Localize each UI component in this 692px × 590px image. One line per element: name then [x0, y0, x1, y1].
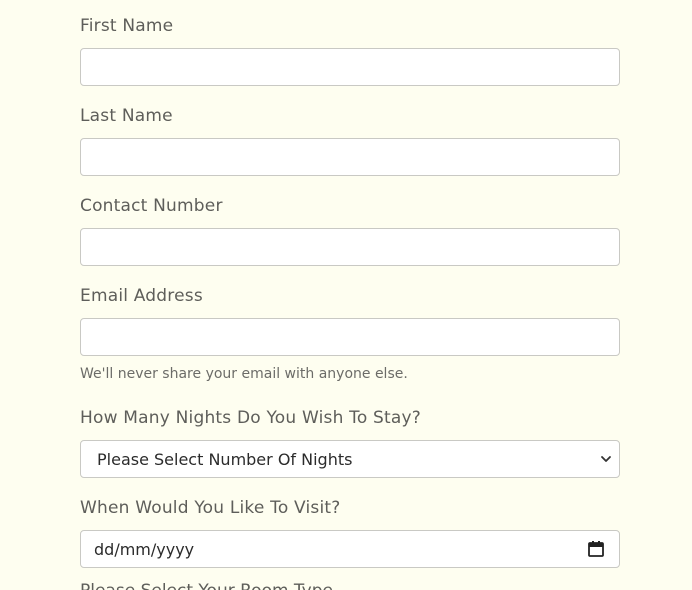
nights-label: How Many Nights Do You Wish To Stay? [80, 408, 421, 428]
first-name-input[interactable] [80, 48, 620, 86]
chevron-down-icon [600, 453, 612, 465]
email-input[interactable] [80, 318, 620, 356]
last-name-input[interactable] [80, 138, 620, 176]
first-name-label: First Name [80, 16, 174, 36]
last-name-label: Last Name [80, 106, 173, 126]
visit-date-label: When Would You Like To Visit? [80, 498, 341, 518]
nights-select[interactable]: Please Select Number Of Nights [80, 440, 620, 478]
calendar-icon[interactable] [587, 540, 605, 558]
contact-number-label: Contact Number [80, 196, 223, 216]
room-type-label-partial: Please Select Your Room Type... [80, 581, 620, 590]
email-label: Email Address [80, 286, 203, 306]
contact-number-input[interactable] [80, 228, 620, 266]
visit-date-placeholder: dd/mm/yyyy [94, 539, 195, 559]
nights-select-value: Please Select Number Of Nights [97, 449, 353, 469]
email-help-text: We'll never share your email with anyone… [80, 366, 408, 382]
visit-date-input[interactable]: dd/mm/yyyy [80, 530, 620, 568]
